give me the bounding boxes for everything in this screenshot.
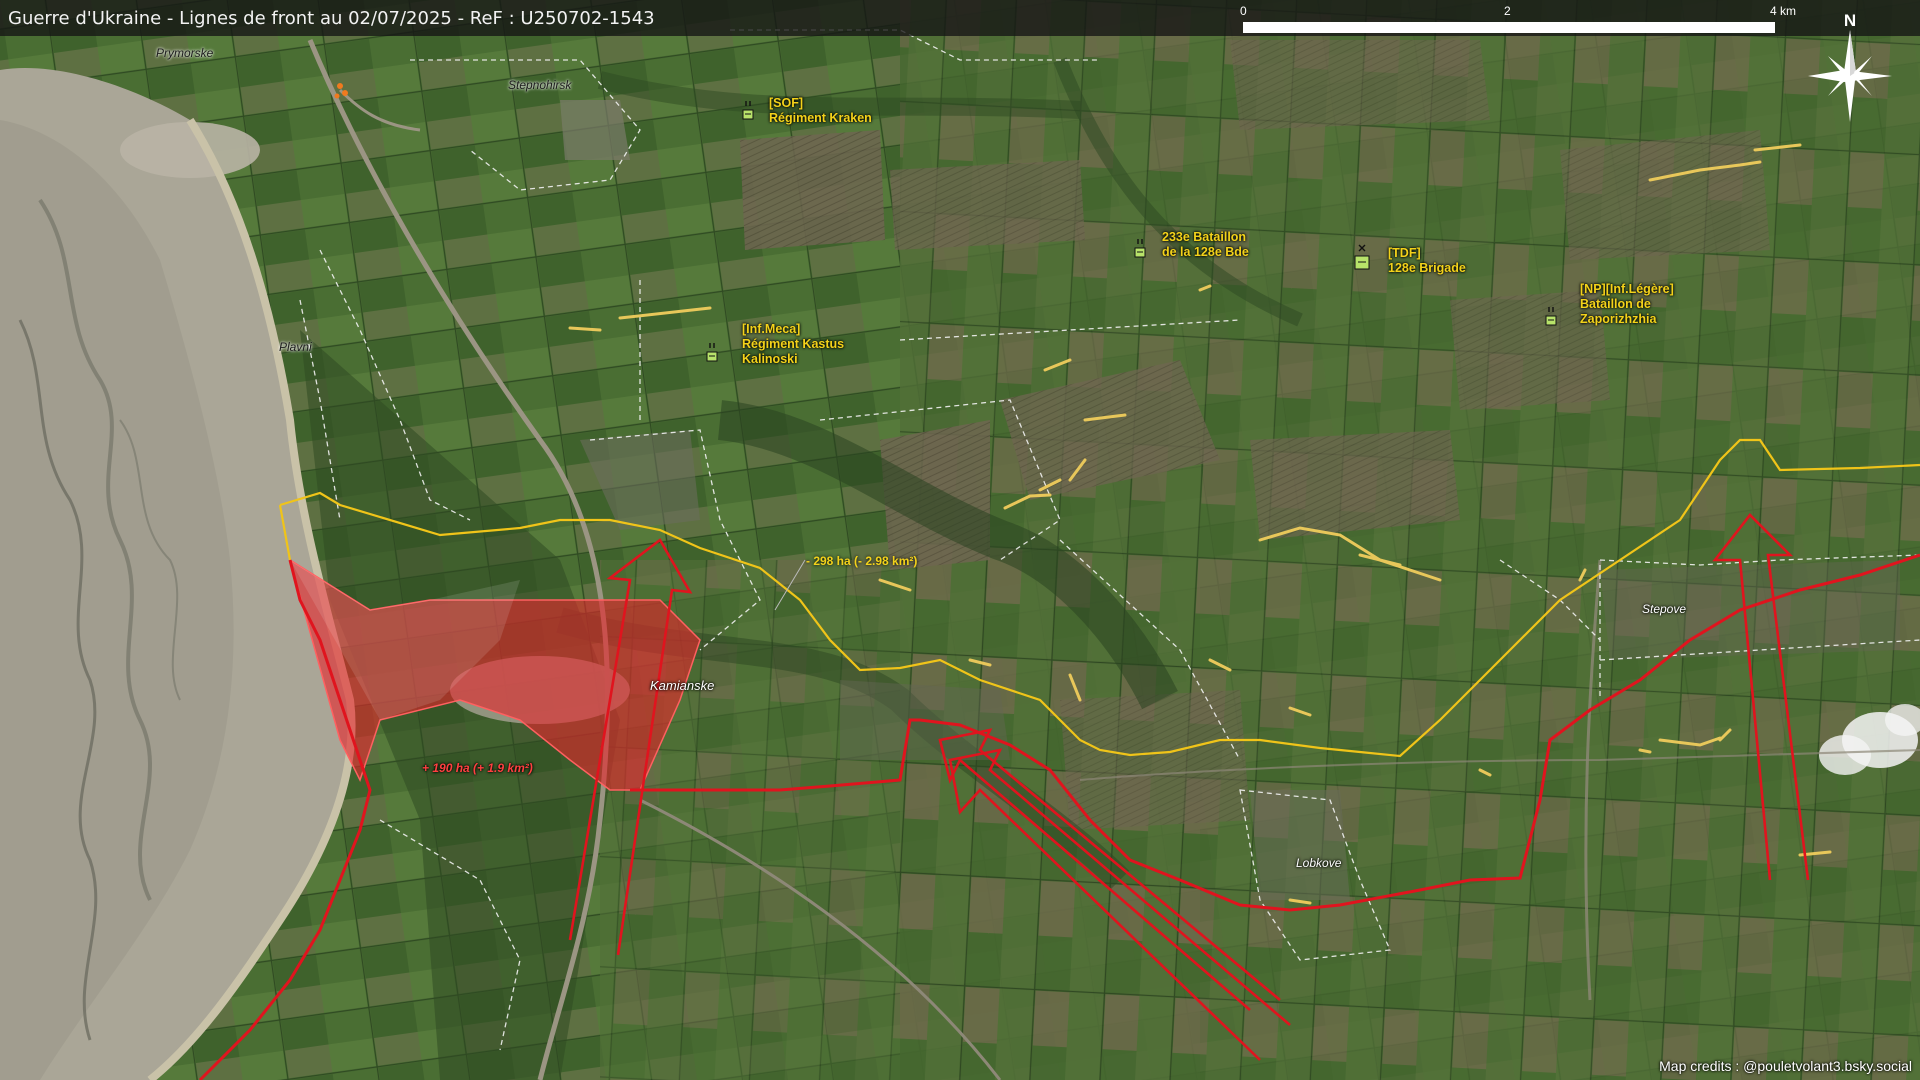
place-plavni: Plavni xyxy=(279,340,312,354)
area-loss-label: - 298 ha (- 2.98 km²) xyxy=(806,554,918,568)
place-stepove: Stepove xyxy=(1642,602,1687,616)
unit-label-tdf: [TDF] 128e Brigade xyxy=(1388,246,1466,276)
unit-marker-sof-icon[interactable] xyxy=(742,100,754,122)
scale-bar-left xyxy=(1243,22,1509,33)
place-lobkove: Lobkove xyxy=(1296,856,1342,870)
unit-marker-np-icon[interactable] xyxy=(1545,306,1557,328)
scale-label-2: 2 xyxy=(1504,4,1511,18)
unit-np-line-1: [NP][Inf.Légère] xyxy=(1580,282,1674,296)
unit-marker-tdf-icon[interactable] xyxy=(1354,244,1370,272)
unit-marker-kastus-icon[interactable] xyxy=(706,342,718,364)
unit-tdf-line-1: [TDF] xyxy=(1388,246,1421,260)
terrain-layer xyxy=(0,0,1920,1080)
place-stepnohirsk: Stepnohirsk xyxy=(508,78,572,92)
scale-label-0: 0 xyxy=(1240,4,1247,18)
unit-sof-line-1: [SOF] xyxy=(769,96,804,110)
unit-sof-line-2: Régiment Kraken xyxy=(769,111,872,125)
map-view[interactable]: Guerre d'Ukraine - Lignes de front au 02… xyxy=(0,0,1920,1080)
unit-np-line-3: Zaporizhzhia xyxy=(1580,312,1657,326)
unit-kastus-line-2: Régiment Kastus xyxy=(742,337,845,351)
unit-kastus-line-3: Kalinoski xyxy=(742,352,798,366)
unit-233-line-2: de la 128e Bde xyxy=(1162,245,1249,259)
unit-tdf-line-2: 128e Brigade xyxy=(1388,261,1466,275)
unit-label-sof: [SOF] Régiment Kraken xyxy=(769,96,872,126)
unit-np-line-2: Bataillon de xyxy=(1580,297,1651,311)
area-gain-label: + 190 ha (+ 1.9 km²) xyxy=(422,761,533,775)
north-arrow: N xyxy=(1808,6,1892,122)
unit-marker-233-icon[interactable] xyxy=(1134,238,1146,260)
map-credits: Map credits : @pouletvolant3.bsky.social xyxy=(1659,1058,1912,1074)
scale-label-4: 4 km xyxy=(1770,4,1797,18)
unit-kastus-line-1: [Inf.Meca] xyxy=(742,322,801,336)
unit-label-np: [NP][Inf.Légère] Bataillon de Zaporizhzh… xyxy=(1580,282,1674,327)
place-prymorske: Prymorske xyxy=(156,46,214,60)
place-kamianske: Kamianske xyxy=(650,678,715,693)
unit-233-line-1: 233e Bataillon xyxy=(1162,230,1247,244)
map-title: Guerre d'Ukraine - Lignes de front au 02… xyxy=(8,8,655,29)
compass-rose-icon: N xyxy=(1808,11,1892,122)
unit-label-kastus: [Inf.Meca] Régiment Kastus Kalinoski xyxy=(742,322,844,367)
unit-label-233: 233e Bataillon de la 128e Bde xyxy=(1162,230,1249,260)
scale-bar-right xyxy=(1509,22,1775,33)
north-label: N xyxy=(1844,11,1856,30)
